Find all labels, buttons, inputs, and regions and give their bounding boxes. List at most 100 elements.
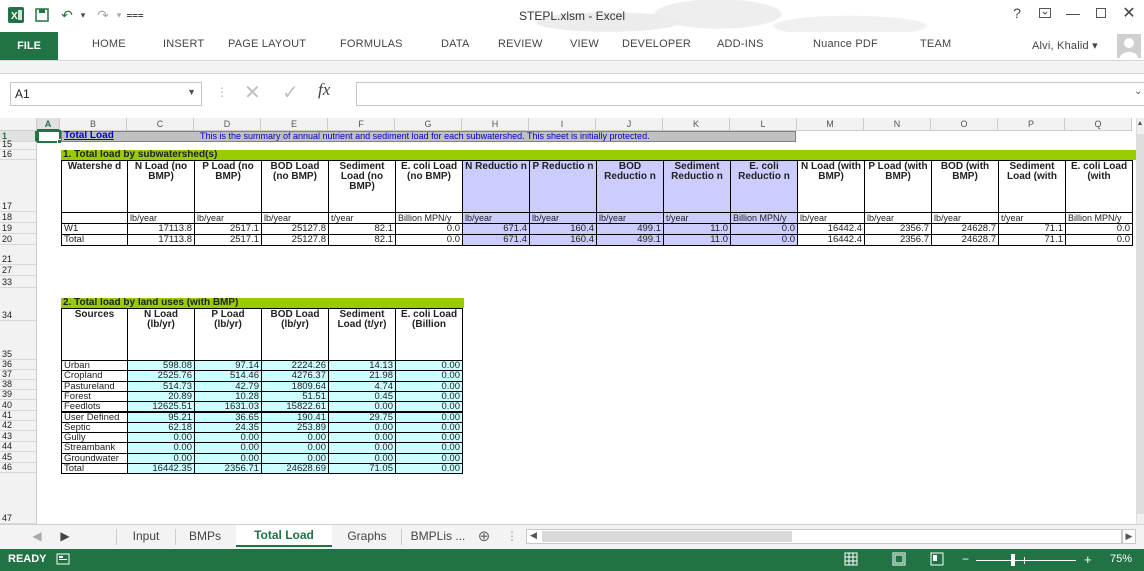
- row-header[interactable]: 33: [0, 276, 37, 288]
- table-cell[interactable]: Total: [61, 463, 128, 475]
- avatar[interactable]: [1117, 34, 1141, 58]
- table-header-cell[interactable]: P Load (lb/yr): [194, 308, 262, 361]
- table-header-cell[interactable]: N Reductio n: [462, 160, 530, 213]
- table-header-cell[interactable]: Sediment Reductio n: [663, 160, 731, 213]
- undo-icon[interactable]: ↶: [56, 5, 78, 25]
- row-header[interactable]: 20: [0, 234, 37, 245]
- tab-insert[interactable]: INSERT: [163, 38, 204, 50]
- table-header-cell[interactable]: Sediment Load (t/yr): [328, 308, 396, 361]
- formula-input[interactable]: [356, 82, 1144, 106]
- scroll-right-icon[interactable]: ▶: [1122, 529, 1136, 544]
- ribbon-display-options-icon[interactable]: [1032, 2, 1058, 24]
- table-cell[interactable]: 11.0: [663, 234, 731, 246]
- sheet-tab-bmplist[interactable]: BMPLis ...: [404, 525, 472, 547]
- table-header-cell[interactable]: Watershe d: [61, 160, 128, 213]
- table-cell[interactable]: 82.1: [328, 234, 396, 246]
- column-header-o[interactable]: O: [931, 118, 998, 131]
- zoom-out-icon[interactable]: −: [962, 552, 969, 566]
- row-header[interactable]: 46: [0, 462, 37, 473]
- row-header[interactable]: 35: [0, 321, 37, 360]
- close-icon[interactable]: ✕: [1116, 2, 1142, 24]
- table-header-cell[interactable]: BOD Reductio n: [596, 160, 664, 213]
- table-cell[interactable]: 16442.4: [797, 234, 865, 246]
- table-cell[interactable]: 24628.7: [931, 234, 999, 246]
- row-header[interactable]: 47: [0, 473, 37, 524]
- column-header-i[interactable]: I: [529, 118, 596, 131]
- tab-review[interactable]: REVIEW: [498, 38, 543, 50]
- maximize-icon[interactable]: [1088, 2, 1114, 24]
- table-header-cell[interactable]: E. coli Reductio n: [730, 160, 798, 213]
- sheet-tab-total-load[interactable]: Total Load: [236, 525, 332, 547]
- scroll-tabs-right-icon[interactable]: ▶: [58, 525, 72, 547]
- table-cell[interactable]: 0.0: [1065, 234, 1133, 246]
- column-header-j[interactable]: J: [596, 118, 663, 131]
- horizontal-scroll-thumb[interactable]: [542, 531, 792, 542]
- add-sheet-icon[interactable]: ⊕: [474, 525, 494, 547]
- table-cell[interactable]: 2356.71: [194, 463, 262, 475]
- zoom-in-icon[interactable]: +: [1084, 552, 1092, 567]
- worksheet-grid[interactable]: A B C D E F G H I J K L M N O P Q 1 15 1…: [0, 118, 1144, 524]
- row-header[interactable]: 21: [0, 245, 37, 265]
- column-header-q[interactable]: Q: [1065, 118, 1132, 131]
- column-header-l[interactable]: L: [730, 118, 797, 131]
- table-header-cell[interactable]: E. coli Load (Billion: [395, 308, 463, 361]
- table-cell[interactable]: 0.0: [395, 234, 463, 246]
- table-header-cell[interactable]: BOD (with BMP): [931, 160, 999, 213]
- row-header[interactable]: 34: [0, 288, 37, 321]
- zoom-slider-thumb[interactable]: [1011, 554, 1015, 566]
- sheet-tab-input[interactable]: Input: [118, 525, 174, 547]
- row-header[interactable]: 19: [0, 223, 37, 234]
- tab-developer[interactable]: DEVELOPER: [622, 38, 691, 50]
- page-break-view-icon[interactable]: [930, 552, 944, 569]
- help-button[interactable]: ?: [1004, 2, 1030, 24]
- redo-dropdown-icon[interactable]: ▾: [114, 5, 124, 25]
- row-header[interactable]: 39: [0, 389, 37, 400]
- tab-split-grip-icon[interactable]: ⋮: [506, 525, 518, 547]
- table-cell[interactable]: 0.00: [395, 463, 463, 475]
- table-cell[interactable]: Total: [61, 234, 128, 246]
- sheet-tab-graphs[interactable]: Graphs: [334, 525, 400, 547]
- row-header[interactable]: 42: [0, 420, 37, 431]
- save-icon[interactable]: [32, 5, 52, 25]
- table-header-cell[interactable]: BOD Load (lb/yr): [261, 308, 329, 361]
- tab-home[interactable]: HOME: [92, 38, 126, 50]
- cancel-icon[interactable]: ✕: [244, 80, 261, 105]
- tab-nuance-pdf[interactable]: Nuance PDF: [813, 38, 878, 50]
- column-header-p[interactable]: P: [998, 118, 1065, 131]
- scroll-tabs-left-icon[interactable]: ◀: [30, 525, 44, 547]
- chevron-down-icon[interactable]: ▼: [187, 87, 196, 97]
- table-cell[interactable]: 160.4: [529, 234, 597, 246]
- column-header-d[interactable]: D: [194, 118, 261, 131]
- zoom-level[interactable]: 75%: [1110, 553, 1132, 565]
- macro-record-icon[interactable]: [56, 552, 70, 569]
- select-all-corner[interactable]: [0, 118, 37, 131]
- page-layout-view-icon[interactable]: [892, 552, 906, 569]
- table-header-cell[interactable]: N Load (no BMP): [127, 160, 195, 213]
- tab-page-layout[interactable]: PAGE LAYOUT: [228, 38, 306, 50]
- column-header-g[interactable]: G: [395, 118, 462, 131]
- column-header-c[interactable]: C: [127, 118, 194, 131]
- tab-view[interactable]: VIEW: [570, 38, 599, 50]
- table-header-cell[interactable]: P Load (no BMP): [194, 160, 262, 213]
- tab-add-ins[interactable]: ADD-INS: [717, 38, 764, 50]
- table-cell[interactable]: 2517.1: [194, 234, 262, 246]
- row-header[interactable]: 44: [0, 441, 37, 452]
- undo-dropdown-icon[interactable]: ▾: [78, 5, 88, 25]
- tab-formulas[interactable]: FORMULAS: [340, 38, 403, 50]
- row-header[interactable]: 18: [0, 212, 37, 223]
- table-cell[interactable]: 16442.35: [127, 463, 195, 475]
- tab-data[interactable]: DATA: [441, 38, 470, 50]
- column-header-e[interactable]: E: [261, 118, 328, 131]
- table-cell[interactable]: 2356.7: [864, 234, 932, 246]
- name-box[interactable]: A1 ▼: [10, 82, 202, 106]
- tab-team[interactable]: TEAM: [920, 38, 951, 50]
- minimize-icon[interactable]: —: [1060, 2, 1086, 24]
- table-header-cell[interactable]: BOD Load (no BMP): [261, 160, 329, 213]
- table-cell[interactable]: 0.0: [730, 234, 798, 246]
- sheet-tab-bmps[interactable]: BMPs: [176, 525, 234, 547]
- table-header-cell[interactable]: E. coli Load (no BMP): [395, 160, 463, 213]
- column-header-f[interactable]: F: [328, 118, 395, 131]
- table-cell[interactable]: 17113.8: [127, 234, 195, 246]
- scroll-left-icon[interactable]: ◀: [530, 530, 537, 541]
- redo-icon[interactable]: ↷: [92, 5, 114, 25]
